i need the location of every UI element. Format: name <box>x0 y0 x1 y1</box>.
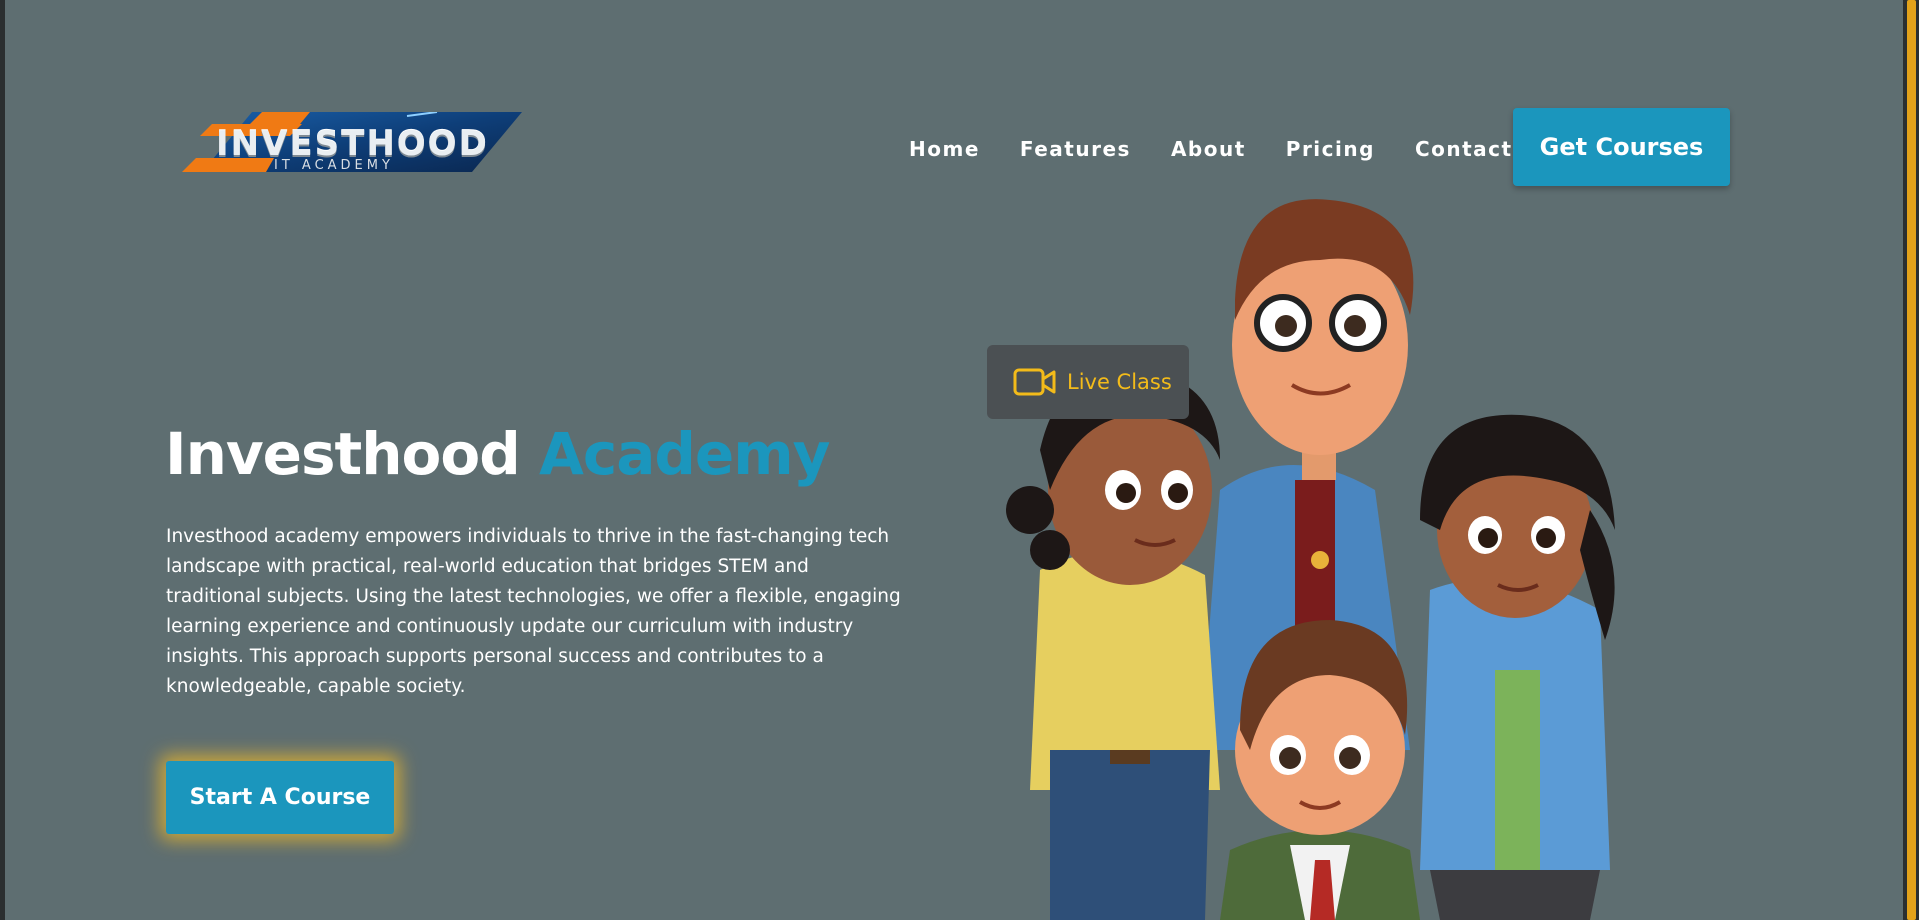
hero-description: Investhood academy empowers individuals … <box>166 526 901 697</box>
main-nav: Home Features About Pricing Contact <box>909 137 1553 161</box>
nav-pricing[interactable]: Pricing <box>1286 137 1375 161</box>
live-class-badge: Live Class <box>987 345 1189 419</box>
nav-features[interactable]: Features <box>1020 137 1131 161</box>
get-courses-button[interactable]: Get Courses <box>1513 108 1730 186</box>
students-illustration <box>1006 199 1615 920</box>
hero-title-accent: Academy <box>538 420 831 488</box>
nav-about[interactable]: About <box>1171 137 1246 161</box>
girl-left-figure <box>1006 369 1220 920</box>
scrollbar-thumb[interactable] <box>1907 0 1916 920</box>
scrollbar[interactable] <box>1903 0 1919 920</box>
window-edge <box>0 0 5 920</box>
logo-subtext: IT ACADEMY <box>274 158 394 173</box>
hero-title-main: Investhood <box>165 420 521 488</box>
girl-right-figure <box>1420 414 1615 920</box>
nav-home[interactable]: Home <box>909 137 980 161</box>
hero-title: Investhood Academy <box>165 420 831 488</box>
nav-contact[interactable]: Contact <box>1415 137 1513 161</box>
live-class-label: Live Class <box>1067 370 1172 394</box>
logo[interactable]: INVESTHOOD IT ACADEMY <box>182 112 522 174</box>
video-camera-icon <box>1013 368 1056 396</box>
start-course-button[interactable]: Start A Course <box>166 761 394 834</box>
